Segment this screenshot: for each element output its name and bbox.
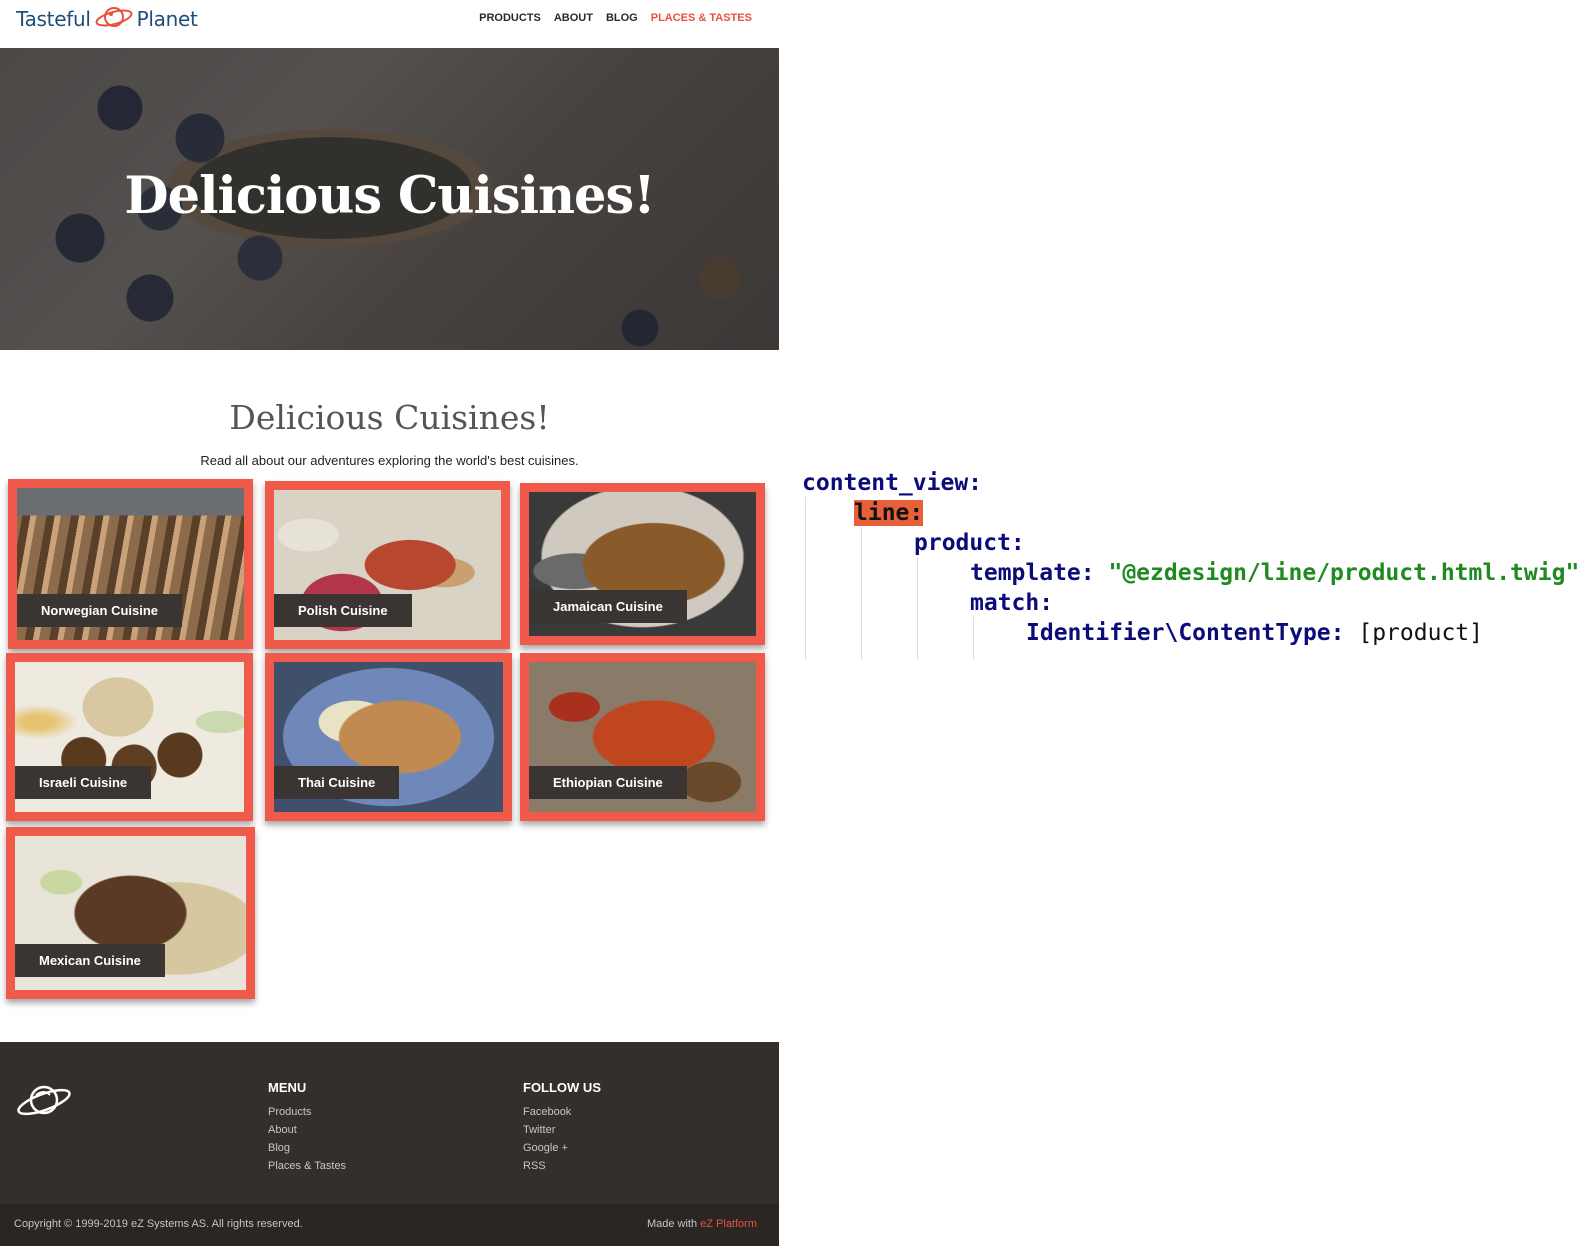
code-line: template: "@ezdesign/line/product.html.t… <box>802 558 1579 588</box>
site-header: Tasteful Planet PRODUCTS ABOUT BLOG PLAC… <box>0 0 779 48</box>
footer-link-about[interactable]: About <box>268 1121 346 1139</box>
code-value-template: "@ezdesign/line/product.html.twig" <box>1108 560 1580 586</box>
made-with-label: Made with <box>646 1218 698 1230</box>
footer-follow: FOLLOW US Facebook Twitter Google + RSS <box>523 1080 601 1175</box>
card-israeli-cuisine[interactable]: Israeli Cuisine <box>6 653 253 821</box>
card-jamaican-cuisine[interactable]: Jamaican Cuisine <box>520 483 765 645</box>
footer-link-facebook[interactable]: Facebook <box>523 1103 601 1121</box>
code-line: match: <box>802 588 1579 618</box>
code-line: Identifier\ContentType: [product] <box>802 618 1579 648</box>
code-key-identifier: Identifier\ContentType: <box>1026 620 1345 646</box>
hero-title: Delicious Cuisines! <box>124 166 655 226</box>
yaml-code-block: content_view: line: product: template: "… <box>802 468 1579 648</box>
main-nav: PRODUCTS ABOUT BLOG PLACES & TASTES <box>479 12 752 24</box>
card-label: Polish Cuisine <box>274 594 412 627</box>
copyright-text: Copyright © 1999-2019 eZ Systems AS. All… <box>14 1218 303 1230</box>
code-line: product: <box>802 528 1579 558</box>
footer-link-rss[interactable]: RSS <box>523 1157 601 1175</box>
site-logo[interactable]: Tasteful Planet <box>16 4 198 34</box>
nav-products[interactable]: PRODUCTS <box>479 12 541 24</box>
card-norwegian-cuisine[interactable]: Norwegian Cuisine <box>8 479 253 649</box>
section-title: Delicious Cuisines! <box>229 398 550 437</box>
nav-about[interactable]: ABOUT <box>554 12 593 24</box>
planet-icon[interactable] <box>14 1078 74 1127</box>
code-line: content_view: <box>802 468 1579 498</box>
footer-menu: MENU Products About Blog Places & Tastes <box>268 1080 346 1175</box>
card-label: Norwegian Cuisine <box>17 594 183 627</box>
site-footer: MENU Products About Blog Places & Tastes… <box>0 1042 779 1204</box>
footer-link-places-tastes[interactable]: Places & Tastes <box>268 1157 346 1175</box>
code-key-template: template: <box>970 560 1095 586</box>
card-ethiopian-cuisine[interactable]: Ethiopian Cuisine <box>520 653 765 821</box>
website-preview: Tasteful Planet PRODUCTS ABOUT BLOG PLAC… <box>0 0 779 1246</box>
footer-link-products[interactable]: Products <box>268 1103 346 1121</box>
card-mexican-cuisine[interactable]: Mexican Cuisine <box>6 827 255 999</box>
code-key-product: product: <box>914 530 1025 556</box>
footer-follow-heading: FOLLOW US <box>523 1080 601 1095</box>
card-label: Israeli Cuisine <box>15 766 152 799</box>
card-polish-cuisine[interactable]: Polish Cuisine <box>265 481 510 649</box>
planet-icon <box>94 3 134 36</box>
section-subtitle: Read all about our adventures exploring … <box>200 453 579 468</box>
footer-link-twitter[interactable]: Twitter <box>523 1121 601 1139</box>
card-thai-cuisine[interactable]: Thai Cuisine <box>265 653 512 821</box>
card-label: Jamaican Cuisine <box>529 590 687 623</box>
code-key-content-view: content_view: <box>802 470 983 496</box>
hero-banner: Delicious Cuisines! <box>0 48 779 350</box>
code-line: line: <box>802 498 1579 528</box>
footer-link-blog[interactable]: Blog <box>268 1139 346 1157</box>
card-label: Ethiopian Cuisine <box>529 766 687 799</box>
card-label: Thai Cuisine <box>274 766 400 799</box>
made-with: Made with eZ Platform <box>647 1218 757 1230</box>
code-value-identifier: [product] <box>1358 620 1483 646</box>
ez-platform-link[interactable]: eZ Platform <box>700 1218 757 1230</box>
footer-menu-heading: MENU <box>268 1080 307 1095</box>
footer-bottom-bar: Copyright © 1999-2019 eZ Systems AS. All… <box>0 1204 779 1246</box>
code-key-match: match: <box>970 590 1054 616</box>
nav-places-tastes[interactable]: PLACES & TASTES <box>651 12 752 24</box>
card-label: Mexican Cuisine <box>15 944 165 977</box>
nav-blog[interactable]: BLOG <box>606 12 638 24</box>
footer-link-google-plus[interactable]: Google + <box>523 1139 601 1157</box>
logo-text-right: Planet <box>136 7 198 31</box>
code-key-line-highlighted: line: <box>854 500 924 526</box>
logo-text-left: Tasteful <box>16 7 91 31</box>
